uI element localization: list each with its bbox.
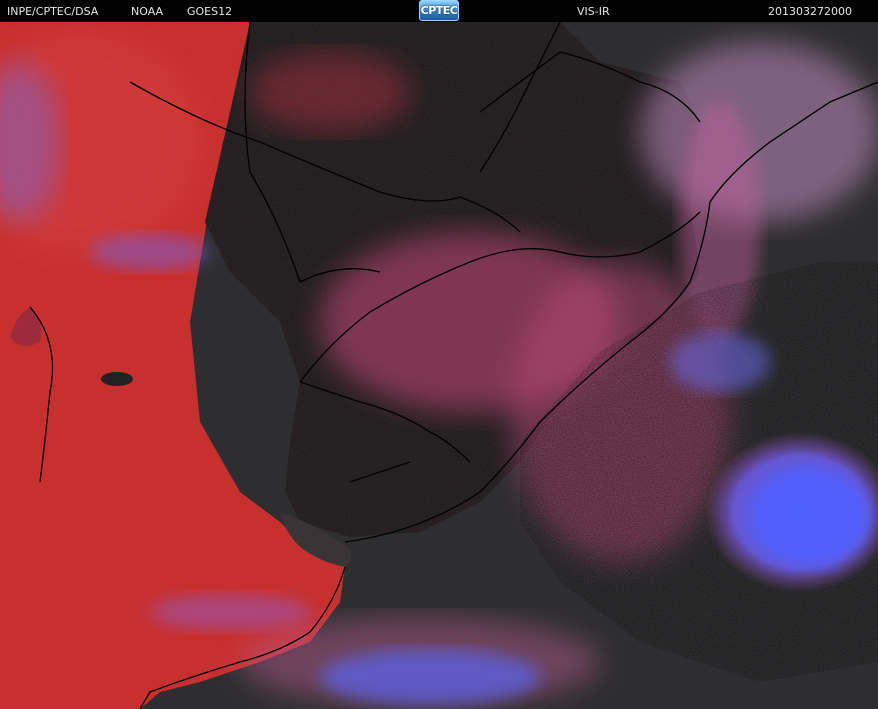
cloud-band-ne	[640, 42, 878, 222]
cptec-logo: CPTEC	[419, 0, 459, 21]
agency-label: NOAA	[131, 5, 164, 18]
satellite-image	[0, 22, 878, 709]
high-cloud-se-core	[750, 467, 870, 567]
organization-label: INPE/CPTEC/DSA	[7, 5, 99, 18]
warm-patch-north	[250, 52, 410, 132]
high-cloud-south	[320, 649, 540, 705]
lake-dark	[101, 372, 133, 386]
satellite-label: GOES12	[187, 5, 233, 18]
channel-label: VIS-IR	[577, 5, 610, 18]
high-cloud-w	[90, 234, 210, 270]
cptec-logo-text: CPTEC	[420, 4, 458, 17]
satellite-image-canvas	[0, 22, 878, 709]
high-cloud-sw	[150, 594, 310, 630]
timestamp-label: 201303272000	[768, 5, 852, 18]
high-cloud-mid-east	[670, 332, 770, 392]
